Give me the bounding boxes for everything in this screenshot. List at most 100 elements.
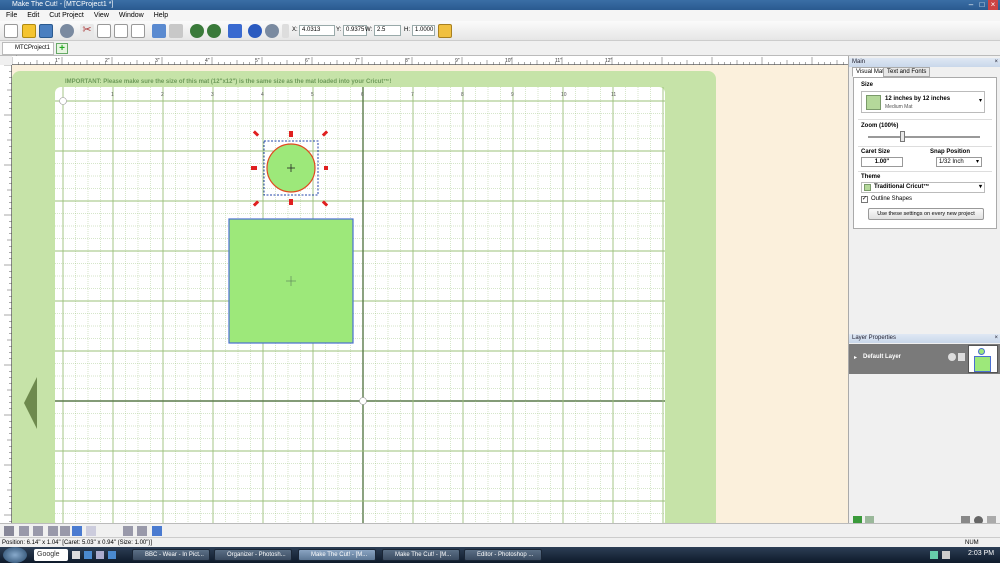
zoom-slider[interactable] bbox=[868, 136, 980, 138]
group-tool-icon[interactable] bbox=[72, 526, 82, 536]
flip-tool-icon[interactable] bbox=[33, 526, 43, 536]
shape-tool-icon[interactable] bbox=[4, 526, 14, 536]
ungroup-tool-icon[interactable] bbox=[86, 526, 96, 536]
theme-swatch-icon bbox=[864, 184, 871, 191]
ruler-label: 10" bbox=[505, 58, 513, 64]
zoom-out-icon[interactable] bbox=[207, 24, 221, 38]
handle-left-icon[interactable] bbox=[251, 166, 257, 170]
paste-icon[interactable] bbox=[114, 24, 128, 38]
zoom-fit-icon[interactable] bbox=[265, 24, 279, 38]
snap-position-select[interactable]: 1/32 Inch ▾ bbox=[936, 157, 982, 167]
handle-br-icon[interactable] bbox=[321, 200, 328, 207]
menu-file[interactable]: File bbox=[6, 12, 17, 19]
new-file-icon[interactable] bbox=[4, 24, 18, 38]
break-apart-icon[interactable] bbox=[137, 526, 147, 536]
clock: 2:03 PM bbox=[968, 550, 995, 557]
ruler-ticks: 1" 2" 3" 4" 5" 6" 7" 8" 9" 10" 11" 12" bbox=[11, 57, 844, 65]
caret-size-input[interactable]: 1.00" bbox=[861, 157, 903, 167]
previous-mat-arrow-icon[interactable] bbox=[24, 377, 37, 429]
y-field[interactable]: 0.9375 bbox=[343, 25, 367, 36]
apply-settings-button[interactable]: Use these settings on every new project bbox=[868, 208, 984, 220]
menu-cut-project[interactable]: Cut Project bbox=[49, 12, 84, 19]
theme-select[interactable]: Traditional Cricut™ ▾ bbox=[861, 182, 985, 193]
show-desktop-icon[interactable] bbox=[72, 551, 80, 559]
x-field[interactable]: 4.0313 bbox=[299, 25, 335, 36]
layer-panel-header: Layer Properties × bbox=[849, 334, 1000, 343]
panel-close-icon[interactable]: × bbox=[994, 58, 998, 67]
weld-tool-icon[interactable] bbox=[48, 526, 58, 536]
task-organizer[interactable]: Organizer - Photosh... bbox=[214, 549, 292, 561]
mat-ruler-label: 8 bbox=[461, 92, 464, 98]
expand-icon[interactable]: ▸ bbox=[854, 354, 857, 361]
handle-top-icon[interactable] bbox=[289, 131, 293, 137]
tab-text-and-fonts[interactable]: Text and Fonts bbox=[883, 67, 931, 77]
user-icon[interactable] bbox=[228, 24, 242, 38]
size-subtext: Medium Mat bbox=[885, 104, 913, 110]
navigate-icon[interactable] bbox=[248, 24, 262, 38]
quicklaunch-icon[interactable] bbox=[96, 551, 104, 559]
handle-right-icon[interactable] bbox=[324, 166, 328, 170]
handle-tr-icon[interactable] bbox=[321, 130, 328, 137]
cutting-mat: IMPORTANT: Please make sure the size of … bbox=[12, 71, 716, 523]
open-folder-icon[interactable] bbox=[22, 24, 36, 38]
paste-in-place-icon[interactable] bbox=[131, 24, 145, 38]
main-panel-header: Main × bbox=[849, 58, 1000, 67]
handle-bl-icon[interactable] bbox=[252, 200, 260, 207]
theme-label: Theme bbox=[861, 174, 881, 180]
undo-icon[interactable] bbox=[152, 24, 166, 38]
tray-volume-icon[interactable] bbox=[942, 551, 950, 559]
menu-edit[interactable]: Edit bbox=[27, 12, 39, 19]
layer-lock-icon[interactable] bbox=[958, 353, 965, 361]
save-icon[interactable] bbox=[39, 24, 53, 38]
swap-dimensions-icon[interactable] bbox=[282, 24, 289, 38]
redo-icon[interactable] bbox=[169, 24, 183, 38]
center-marker-icon bbox=[359, 397, 367, 405]
y-label: Y: bbox=[336, 27, 342, 33]
task-bbc[interactable]: BBC - Wear - In Pict... bbox=[132, 549, 210, 561]
minimize-button[interactable]: – bbox=[966, 0, 976, 10]
maximize-button[interactable]: □ bbox=[977, 0, 987, 10]
zoom-slider-thumb[interactable] bbox=[899, 131, 905, 142]
h-field[interactable]: 1.0000 bbox=[412, 25, 435, 36]
tab-mtcproject1[interactable]: MTCProject1 * bbox=[2, 42, 54, 62]
panel-close-icon[interactable]: × bbox=[994, 334, 998, 343]
rectangle-shape-group[interactable] bbox=[228, 218, 354, 345]
task-makethecut-2[interactable]: Make The Cut! - [M... bbox=[382, 549, 460, 561]
selected-circle-group[interactable] bbox=[248, 127, 328, 217]
zoom-in-icon[interactable] bbox=[190, 24, 204, 38]
tray-network-icon[interactable] bbox=[930, 551, 938, 559]
w-field[interactable]: 2.5 bbox=[374, 25, 401, 36]
add-tab-icon[interactable]: + bbox=[56, 43, 68, 54]
cut-icon[interactable]: ✂ bbox=[80, 24, 94, 38]
arrange-tool-icon[interactable] bbox=[152, 526, 162, 536]
slice-tool-icon[interactable] bbox=[123, 526, 133, 536]
mat-ruler-label: 9 bbox=[511, 92, 514, 98]
copy-icon[interactable] bbox=[97, 24, 111, 38]
handle-tl-icon[interactable] bbox=[252, 130, 260, 137]
menu-window[interactable]: Window bbox=[119, 12, 144, 19]
windows-taskbar: Google BBC - Wear - In Pict... Organizer… bbox=[0, 547, 1000, 563]
size-dropdown[interactable]: 12 inches by 12 inches Medium Mat ▾ bbox=[861, 91, 985, 113]
caret-size-label: Caret Size bbox=[861, 149, 891, 155]
menu-view[interactable]: View bbox=[94, 12, 109, 19]
menu-help[interactable]: Help bbox=[154, 12, 168, 19]
quicklaunch-icon-2[interactable] bbox=[108, 551, 116, 559]
mat-grid[interactable]: 1 2 3 4 5 6 7 8 9 10 11 bbox=[55, 87, 665, 523]
outline-shapes-checkbox[interactable]: ✓ bbox=[861, 196, 868, 203]
canvas-area[interactable]: IMPORTANT: Please make sure the size of … bbox=[12, 65, 848, 523]
ie-icon[interactable] bbox=[84, 551, 92, 559]
close-button[interactable]: × bbox=[988, 0, 998, 10]
task-makethecut-1[interactable]: Make The Cut! - [M... bbox=[298, 549, 376, 561]
start-button-icon[interactable] bbox=[3, 547, 27, 563]
layer-properties-panel: Layer Properties × ▸ Default Layer bbox=[849, 334, 1000, 528]
layer-row-default[interactable]: ▸ Default Layer bbox=[849, 344, 1000, 374]
task-photoshop-editor[interactable]: Editor - Photoshop ... bbox=[464, 549, 542, 561]
handle-bottom-icon[interactable] bbox=[289, 199, 293, 205]
settings-gear-icon[interactable] bbox=[60, 24, 74, 38]
google-search-box[interactable]: Google bbox=[34, 549, 68, 561]
w-label: W: bbox=[365, 27, 373, 33]
align-tool-icon[interactable] bbox=[19, 526, 29, 536]
lock-aspect-icon[interactable] bbox=[438, 24, 452, 38]
visibility-eye-icon[interactable] bbox=[948, 353, 956, 361]
shadow-tool-icon[interactable] bbox=[60, 526, 70, 536]
